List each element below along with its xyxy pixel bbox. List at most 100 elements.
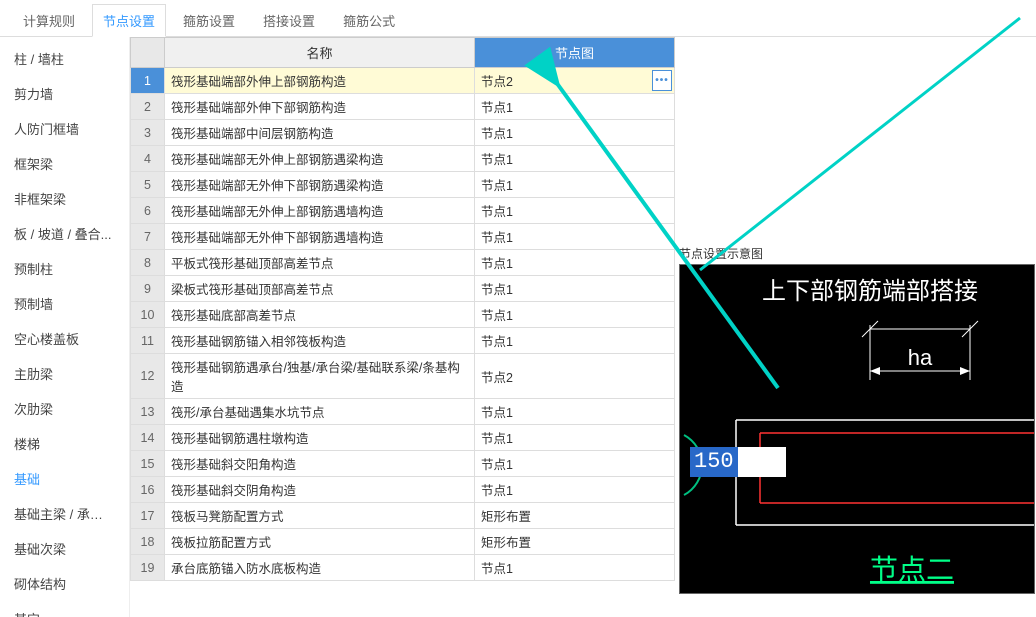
preview-panel: 节点设置示意图 上下部钢筋端部搭接 ha: [675, 37, 1036, 617]
sidebar: 柱 / 墙柱剪力墙人防门框墙框架梁非框架梁板 / 坡道 / 叠合...预制柱预制…: [0, 37, 130, 617]
row-name[interactable]: 筏形基础端部中间层钢筋构造: [165, 120, 475, 146]
row-name[interactable]: 承台底筋锚入防水底板构造: [165, 555, 475, 581]
sidebar-item-6[interactable]: 预制柱: [0, 251, 129, 286]
table-row[interactable]: 10筏形基础底部高差节点节点1: [131, 302, 675, 328]
sidebar-item-4[interactable]: 非框架梁: [0, 181, 129, 216]
sidebar-item-8[interactable]: 空心楼盖板: [0, 321, 129, 356]
table-row[interactable]: 12筏形基础钢筋遇承台/独基/承台梁/基础联系梁/条基构造节点2: [131, 354, 675, 399]
table-row[interactable]: 19承台底筋锚入防水底板构造节点1: [131, 555, 675, 581]
table-row[interactable]: 7筏形基础端部无外伸下部钢筋遇墙构造节点1: [131, 224, 675, 250]
sidebar-item-15[interactable]: 砌体结构: [0, 566, 129, 601]
table-row[interactable]: 17筏板马凳筋配置方式矩形布置: [131, 503, 675, 529]
row-name[interactable]: 筏形基础端部无外伸下部钢筋遇墙构造: [165, 224, 475, 250]
row-img[interactable]: 节点2: [475, 354, 675, 399]
tab-4[interactable]: 箍筋公式: [332, 4, 406, 36]
sidebar-item-3[interactable]: 框架梁: [0, 146, 129, 181]
row-idx: 13: [131, 399, 165, 425]
row-name[interactable]: 筏形基础钢筋遇承台/独基/承台梁/基础联系梁/条基构造: [165, 354, 475, 399]
row-name[interactable]: 筏形/承台基础遇集水坑节点: [165, 399, 475, 425]
row-idx: 6: [131, 198, 165, 224]
row-name[interactable]: 平板式筏形基础顶部高差节点: [165, 250, 475, 276]
row-img[interactable]: 节点1: [475, 276, 675, 302]
col-img-header: 节点图: [475, 38, 675, 68]
row-name[interactable]: 筏板马凳筋配置方式: [165, 503, 475, 529]
sidebar-item-5[interactable]: 板 / 坡道 / 叠合...: [0, 216, 129, 251]
row-idx: 3: [131, 120, 165, 146]
sidebar-item-10[interactable]: 次肋梁: [0, 391, 129, 426]
row-name[interactable]: 筏形基础端部无外伸上部钢筋遇梁构造: [165, 146, 475, 172]
row-idx: 14: [131, 425, 165, 451]
sidebar-item-9[interactable]: 主肋梁: [0, 356, 129, 391]
row-img[interactable]: 节点1: [475, 399, 675, 425]
table-row[interactable]: 15筏形基础斜交阳角构造节点1: [131, 451, 675, 477]
row-idx: 2: [131, 94, 165, 120]
row-img[interactable]: 节点1: [475, 302, 675, 328]
row-img[interactable]: 矩形布置: [475, 503, 675, 529]
row-img[interactable]: 节点1: [475, 451, 675, 477]
ellipsis-button[interactable]: •••: [652, 70, 672, 91]
value-field[interactable]: 150: [690, 447, 786, 477]
row-idx: 16: [131, 477, 165, 503]
row-img[interactable]: 节点1: [475, 198, 675, 224]
table-row[interactable]: 11筏形基础钢筋锚入相邻筏板构造节点1: [131, 328, 675, 354]
row-name[interactable]: 筏形基础端部无外伸上部钢筋遇墙构造: [165, 198, 475, 224]
table-row[interactable]: 2筏形基础端部外伸下部钢筋构造节点1: [131, 94, 675, 120]
table-row[interactable]: 18筏板拉筋配置方式矩形布置: [131, 529, 675, 555]
row-name[interactable]: 筏形基础底部高差节点: [165, 302, 475, 328]
table-row[interactable]: 16筏形基础斜交阴角构造节点1: [131, 477, 675, 503]
row-name[interactable]: 筏形基础端部外伸下部钢筋构造: [165, 94, 475, 120]
diagram-title: 上下部钢筋端部搭接: [762, 278, 978, 305]
row-name[interactable]: 筏形基础端部无外伸下部钢筋遇梁构造: [165, 172, 475, 198]
row-idx: 9: [131, 276, 165, 302]
row-name[interactable]: 筏形基础端部外伸上部钢筋构造: [165, 68, 475, 94]
row-name[interactable]: 筏板拉筋配置方式: [165, 529, 475, 555]
dim-ha-label: ha: [908, 345, 933, 370]
row-img[interactable]: 节点1: [475, 250, 675, 276]
tab-0[interactable]: 计算规则: [12, 4, 86, 36]
row-img[interactable]: 矩形布置: [475, 529, 675, 555]
row-img[interactable]: 节点1: [475, 555, 675, 581]
row-name[interactable]: 筏形基础斜交阴角构造: [165, 477, 475, 503]
sidebar-item-7[interactable]: 预制墙: [0, 286, 129, 321]
table-row[interactable]: 3筏形基础端部中间层钢筋构造节点1: [131, 120, 675, 146]
table-row[interactable]: 5筏形基础端部无外伸下部钢筋遇梁构造节点1: [131, 172, 675, 198]
row-name[interactable]: 筏形基础斜交阳角构造: [165, 451, 475, 477]
sidebar-item-11[interactable]: 楼梯: [0, 426, 129, 461]
row-name[interactable]: 筏形基础钢筋锚入相邻筏板构造: [165, 328, 475, 354]
row-idx: 18: [131, 529, 165, 555]
sidebar-item-14[interactable]: 基础次梁: [0, 531, 129, 566]
row-img[interactable]: 节点2•••: [475, 68, 675, 94]
table-row[interactable]: 1筏形基础端部外伸上部钢筋构造节点2•••: [131, 68, 675, 94]
row-img[interactable]: 节点1: [475, 146, 675, 172]
table-row[interactable]: 8平板式筏形基础顶部高差节点节点1: [131, 250, 675, 276]
content: 名称 节点图 1筏形基础端部外伸上部钢筋构造节点2•••2筏形基础端部外伸下部钢…: [130, 37, 1036, 617]
row-img[interactable]: 节点1: [475, 477, 675, 503]
row-img[interactable]: 节点1: [475, 425, 675, 451]
sidebar-item-13[interactable]: 基础主梁 / 承台梁: [0, 496, 129, 531]
sidebar-item-12[interactable]: 基础: [0, 461, 129, 496]
row-idx: 11: [131, 328, 165, 354]
row-img[interactable]: 节点1: [475, 172, 675, 198]
sidebar-item-2[interactable]: 人防门框墙: [0, 111, 129, 146]
table-row[interactable]: 6筏形基础端部无外伸上部钢筋遇墙构造节点1: [131, 198, 675, 224]
row-idx: 19: [131, 555, 165, 581]
row-img[interactable]: 节点1: [475, 224, 675, 250]
table-row[interactable]: 13筏形/承台基础遇集水坑节点节点1: [131, 399, 675, 425]
sidebar-item-16[interactable]: 其它: [0, 601, 129, 617]
sidebar-item-1[interactable]: 剪力墙: [0, 76, 129, 111]
row-idx: 7: [131, 224, 165, 250]
row-img[interactable]: 节点1: [475, 94, 675, 120]
row-idx: 8: [131, 250, 165, 276]
table-row[interactable]: 9梁板式筏形基础顶部高差节点节点1: [131, 276, 675, 302]
row-name[interactable]: 梁板式筏形基础顶部高差节点: [165, 276, 475, 302]
tab-3[interactable]: 搭接设置: [252, 4, 326, 36]
table-row[interactable]: 4筏形基础端部无外伸上部钢筋遇梁构造节点1: [131, 146, 675, 172]
table-row[interactable]: 14筏形基础钢筋遇柱墩构造节点1: [131, 425, 675, 451]
row-img[interactable]: 节点1: [475, 328, 675, 354]
node-table: 名称 节点图 1筏形基础端部外伸上部钢筋构造节点2•••2筏形基础端部外伸下部钢…: [130, 37, 675, 581]
row-img[interactable]: 节点1: [475, 120, 675, 146]
tab-2[interactable]: 箍筋设置: [172, 4, 246, 36]
sidebar-item-0[interactable]: 柱 / 墙柱: [0, 41, 129, 76]
tab-1[interactable]: 节点设置: [92, 4, 166, 37]
row-name[interactable]: 筏形基础钢筋遇柱墩构造: [165, 425, 475, 451]
